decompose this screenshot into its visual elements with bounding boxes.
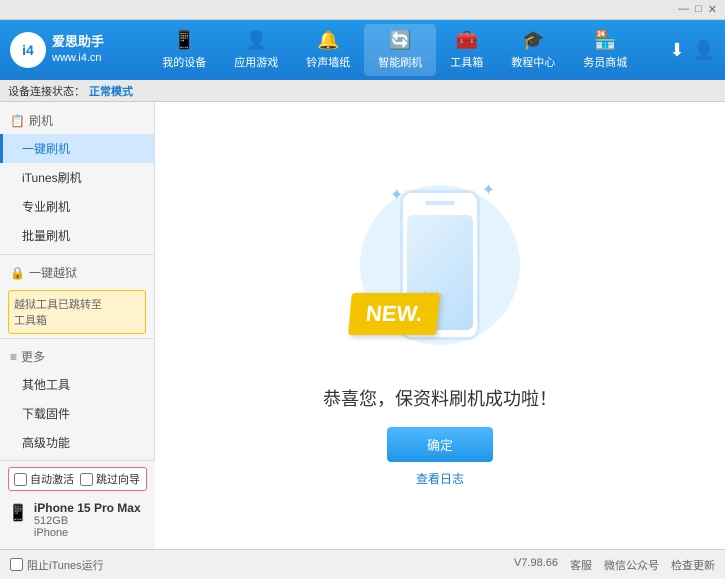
maximize-button[interactable]: □ (695, 3, 702, 16)
tutorial-icon: 🎓 (522, 30, 544, 51)
auto-activate-label[interactable]: 自动激活 (14, 471, 74, 487)
smart-flash-icon: 🔄 (389, 30, 411, 51)
skip-guide-checkbox[interactable] (80, 473, 93, 486)
success-message: 恭喜您，保资料刷机成功啦！ (323, 385, 557, 411)
nav-tutorial[interactable]: 🎓 教程中心 (497, 24, 569, 76)
nav-my-device[interactable]: 📱 我的设备 (148, 24, 220, 76)
more-section-label: 更多 (21, 348, 45, 365)
check-update-link[interactable]: 检查更新 (671, 557, 715, 573)
minimize-button[interactable]: — (678, 3, 689, 16)
nav-smart-flash[interactable]: 🔄 智能刷机 (364, 24, 436, 76)
nav-toolbox-label: 工具箱 (450, 54, 483, 70)
nav-ringtone[interactable]: 🔔 铃声墙纸 (292, 24, 364, 76)
app-games-icon: 👤 (245, 30, 267, 51)
header: i4 爱思助手 www.i4.cn 📱 我的设备 👤 应用游戏 🔔 铃声墙纸 🔄… (0, 20, 725, 80)
device-type: iPhone (34, 527, 147, 539)
main-panel: ✦ ✦ NEW. ★★ 恭喜您，保资料刷机成功啦！ 确定 查看日志 (155, 102, 725, 549)
sidebar-item-pro-flash[interactable]: 专业刷机 (0, 192, 154, 221)
nav-merchant[interactable]: 🏪 务员商城 (569, 24, 641, 76)
device-icon: 📱 (173, 30, 195, 51)
toolbox-icon: 🧰 (456, 30, 478, 51)
logo-icon: i4 (10, 32, 46, 68)
footer-left: 阻止iTunes运行 (10, 557, 104, 573)
logo-area: i4 爱思助手 www.i4.cn (10, 32, 120, 68)
phone-device-icon: 📱 (8, 503, 28, 523)
flash-section-label: 刷机 (29, 112, 53, 129)
sidebar-item-one-key-flash[interactable]: 一键刷机 (0, 134, 154, 163)
brand-name: 爱思助手 (52, 33, 104, 51)
window-controls: — □ ✕ (678, 3, 717, 16)
nav-app-games[interactable]: 👤 应用游戏 (220, 24, 292, 76)
user-btn[interactable]: 👤 (693, 40, 715, 61)
jailbreak-label: 一键越狱 (29, 264, 77, 281)
customer-service-link[interactable]: 客服 (570, 557, 592, 573)
device-info: iPhone 15 Pro Max 512GB iPhone (34, 501, 147, 539)
merchant-icon: 🏪 (594, 30, 616, 51)
nav-ringtone-label: 铃声墙纸 (306, 54, 350, 70)
skip-guide-label[interactable]: 跳过向导 (80, 471, 140, 487)
sidebar: 📋 刷机 一键刷机 iTunes刷机 专业刷机 批量刷机 🔒 一键越狱 越狱工具… (0, 102, 155, 459)
device-name: iPhone 15 Pro Max (34, 501, 147, 515)
flash-section-header: 📋 刷机 (0, 107, 154, 134)
download-btn[interactable]: ⬇ (669, 40, 684, 61)
wechat-link[interactable]: 微信公众号 (604, 557, 659, 573)
confirm-button[interactable]: 确定 (387, 427, 493, 462)
itunes-checkbox[interactable] (10, 558, 23, 571)
sidebar-item-download-firmware[interactable]: 下载固件 (0, 399, 154, 428)
device-storage: 512GB (34, 515, 147, 527)
view-log-link[interactable]: 查看日志 (416, 470, 464, 487)
sidebar-item-advanced[interactable]: 高级功能 (0, 428, 154, 457)
skip-guide-text: 跳过向导 (96, 471, 140, 487)
jailbreak-header: 🔒 一键越狱 (0, 259, 154, 286)
title-bar: — □ ✕ (0, 0, 725, 20)
success-illustration: ✦ ✦ NEW. ★★ (330, 165, 550, 365)
nav-merchant-label: 务员商城 (583, 54, 627, 70)
status-bar: 设备连接状态： 正常模式 (0, 80, 725, 102)
website: www.i4.cn (52, 51, 104, 66)
more-section-header: ≡ 更多 (0, 343, 154, 370)
status-mode: 正常模式 (89, 83, 133, 99)
more-section: ≡ 更多 其他工具 下载固件 高级功能 (0, 343, 154, 457)
nav-tutorial-label: 教程中心 (511, 54, 555, 70)
flash-section-icon: 📋 (10, 114, 25, 128)
version-text: V7.98.66 (514, 557, 558, 573)
status-label: 设备连接状态： (8, 83, 85, 99)
nav-smart-flash-label: 智能刷机 (378, 54, 422, 70)
device-item: 📱 iPhone 15 Pro Max 512GB iPhone (8, 497, 147, 543)
sidebar-item-batch-flash[interactable]: 批量刷机 (0, 221, 154, 250)
sidebar-item-itunes-flash[interactable]: iTunes刷机 (0, 163, 154, 192)
sidebar-divider-1 (0, 254, 154, 255)
footer-right: V7.98.66 客服 微信公众号 检查更新 (514, 557, 715, 573)
auto-activate-text: 自动激活 (30, 471, 74, 487)
ringtone-icon: 🔔 (317, 30, 339, 51)
close-button[interactable]: ✕ (708, 3, 717, 16)
new-stars: ★★ (418, 288, 443, 305)
jailbreak-warning: 越狱工具已跳转至 工具箱 (8, 290, 146, 334)
lock-icon: 🔒 (10, 266, 25, 280)
device-area: 自动激活 跳过向导 📱 iPhone 15 Pro Max 512GB iPho… (0, 460, 155, 549)
sidebar-item-other-tools[interactable]: 其他工具 (0, 370, 154, 399)
auto-activate-checkbox[interactable] (14, 473, 27, 486)
header-right-buttons: ⬇ 👤 (669, 40, 715, 61)
itunes-label-text: 阻止iTunes运行 (27, 557, 104, 573)
content-area: 📋 刷机 一键刷机 iTunes刷机 专业刷机 批量刷机 🔒 一键越狱 越狱工具… (0, 102, 725, 549)
more-icon: ≡ (10, 350, 17, 364)
nav-toolbox[interactable]: 🧰 工具箱 (436, 24, 497, 76)
sparkle-top-left: ✦ (390, 185, 403, 205)
nav-app-games-label: 应用游戏 (234, 54, 278, 70)
auto-options-bar: 自动激活 跳过向导 (8, 467, 147, 491)
sparkle-top-right: ✦ (482, 180, 495, 200)
flash-section: 📋 刷机 一键刷机 iTunes刷机 专业刷机 批量刷机 (0, 107, 154, 250)
itunes-check-label[interactable]: 阻止iTunes运行 (10, 557, 104, 573)
logo-text: 爱思助手 www.i4.cn (52, 33, 104, 67)
nav-bar: 📱 我的设备 👤 应用游戏 🔔 铃声墙纸 🔄 智能刷机 🧰 工具箱 🎓 教程中心… (120, 24, 669, 76)
new-badge: NEW. ★★ (350, 293, 438, 335)
jailbreak-section: 🔒 一键越狱 越狱工具已跳转至 工具箱 (0, 259, 154, 334)
footer-bar: 阻止iTunes运行 V7.98.66 客服 微信公众号 检查更新 (0, 549, 725, 579)
phone-speaker (425, 201, 455, 205)
sidebar-divider-2 (0, 338, 154, 339)
sidebar-wrapper: 📋 刷机 一键刷机 iTunes刷机 专业刷机 批量刷机 🔒 一键越狱 越狱工具… (0, 102, 155, 549)
nav-my-device-label: 我的设备 (162, 54, 206, 70)
